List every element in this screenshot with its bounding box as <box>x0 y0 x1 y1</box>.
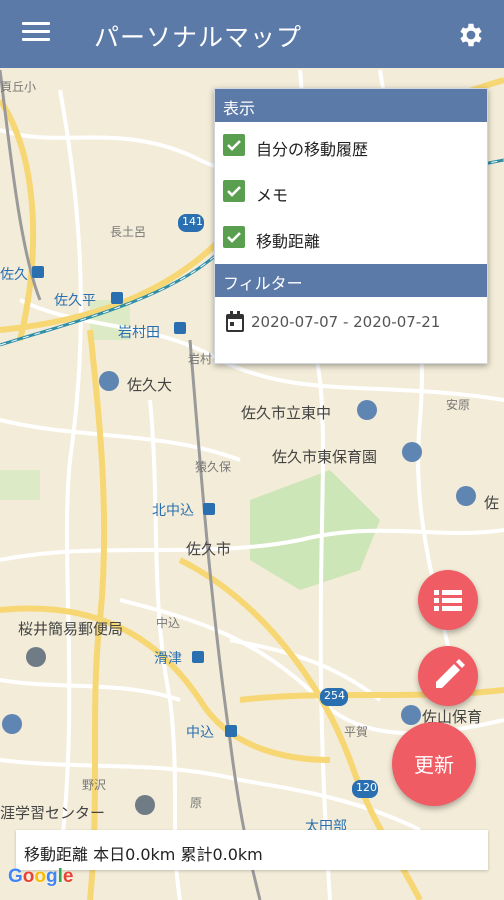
map-label: 佐久平 <box>54 293 96 309</box>
map-label: 野沢 <box>82 778 107 792</box>
map-label: 猿久保 <box>195 460 232 474</box>
map-label: 原 <box>190 796 203 810</box>
edit-memo-button[interactable] <box>418 646 478 706</box>
date-range-text: 2020-07-07 - 2020-07-21 <box>251 313 441 331</box>
road-number-254: 254 <box>324 689 345 702</box>
display-options-panel: 表示 自分の移動履歴 メモ 移動距離 フィルター 2020-07-07 - 20… <box>214 88 488 364</box>
map-label: 佐久大 <box>127 376 173 394</box>
option-distance[interactable]: 移動距離 <box>215 214 487 260</box>
hamburger-menu-icon[interactable] <box>22 22 50 46</box>
update-label: 更新 <box>414 753 454 777</box>
calendar-icon <box>226 311 244 332</box>
option-label: メモ <box>256 186 289 205</box>
option-movement-history[interactable]: 自分の移動履歴 <box>215 122 487 168</box>
option-label: 自分の移動履歴 <box>256 140 369 159</box>
list-button[interactable] <box>418 570 478 630</box>
app-bar: パーソナルマップ <box>0 0 504 68</box>
checkbox-checked-icon[interactable] <box>223 180 245 202</box>
road-number-120: 120 <box>356 781 377 794</box>
map-label: 佐久市東保育園 <box>272 448 378 466</box>
update-button[interactable]: 更新 <box>392 722 476 806</box>
date-range-filter[interactable]: 2020-07-07 - 2020-07-21 <box>215 297 487 347</box>
map-label: 岩村田 <box>118 325 160 341</box>
checkbox-checked-icon[interactable] <box>223 226 245 248</box>
list-icon <box>434 590 462 611</box>
map-label: 桜井簡易郵便局 <box>18 620 124 638</box>
option-memo[interactable]: メモ <box>215 168 487 214</box>
map-label: 長土呂 <box>110 225 147 239</box>
map-label: 佐久市 <box>186 540 232 558</box>
google-logo: Google <box>8 866 74 887</box>
map-label: 佐 <box>484 494 500 512</box>
map-label: 中込 <box>186 725 214 741</box>
map-label: 滑津 <box>154 651 182 667</box>
pencil-icon <box>436 659 465 688</box>
checkbox-checked-icon[interactable] <box>223 134 245 156</box>
map-label: 頁丘小 <box>0 80 37 94</box>
distance-status-bar: 移動距離 本日0.0km 累計0.0km <box>16 830 488 870</box>
filter-header: フィルター <box>215 264 487 297</box>
map-label: 岩村 <box>188 352 213 366</box>
map-label: 涯学習センター <box>0 804 106 822</box>
road-number-141: 141 <box>182 215 203 228</box>
map-label: 佐久市立東中 <box>241 404 332 422</box>
map-label: 佐久 <box>0 267 28 283</box>
map-label: 安原 <box>446 398 471 412</box>
distance-status-text: 移動距離 本日0.0km 累計0.0km <box>24 845 263 864</box>
map-label: 中込 <box>156 616 181 630</box>
gear-icon[interactable] <box>456 20 486 50</box>
display-header: 表示 <box>215 89 487 122</box>
app-title: パーソナルマップ <box>94 23 303 52</box>
map-label: 平賀 <box>344 725 369 739</box>
map-label: 北中込 <box>152 503 194 519</box>
option-label: 移動距離 <box>256 232 321 251</box>
